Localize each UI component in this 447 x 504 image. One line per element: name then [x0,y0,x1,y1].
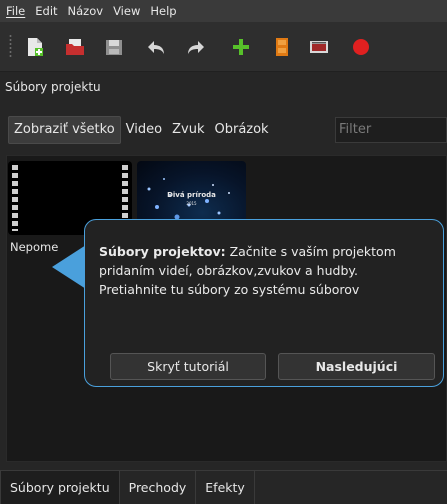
fullscreen-icon[interactable] [306,34,332,60]
tutorial-popup: Súbory projektov: Začnite s vaším projek… [84,219,444,387]
menu-edit[interactable]: Edit [30,0,62,22]
dock-tabs: Súbory projektu Prechody Efekty [0,470,447,504]
thumbnail-subtitle-text: 2015 [186,201,197,206]
film-strip-left [12,165,18,231]
main-toolbar [0,22,447,72]
menu-file[interactable]: File [0,0,30,22]
undo-icon[interactable] [143,34,169,60]
tutorial-heading: Súbory projektov: [99,244,226,259]
menu-help[interactable]: Help [145,0,181,22]
thumbnail-title-text: Divá príroda [167,191,216,199]
hide-tutorial-button[interactable]: Skryť tutoriál [110,353,266,380]
tab-effects[interactable]: Efekty [196,471,255,504]
filter-audio-button[interactable]: Zvuk [167,116,209,144]
export-icon[interactable] [348,34,374,60]
dock-title: Súbory projektu [5,80,101,94]
open-project-icon[interactable] [62,34,88,60]
filter-show-all-button[interactable]: Zobraziť všetko [8,116,121,144]
new-project-icon[interactable] [22,34,48,60]
next-tutorial-button[interactable]: Nasledujúci [278,353,435,380]
tab-transitions[interactable]: Prechody [120,471,197,504]
filter-image-button[interactable]: Obrázok [209,116,273,144]
menu-title[interactable]: Názov [63,0,109,22]
menu-bar: File Edit Názov View Help [0,0,447,22]
add-file-icon[interactable] [228,34,254,60]
tab-project-files[interactable]: Súbory projektu [0,471,120,504]
tutorial-text: Súbory projektov: Začnite s vaším projek… [99,242,429,299]
filter-bar: Zobraziť všetko Video Zvuk Obrázok [8,116,274,144]
filter-input[interactable]: Filter [335,117,447,143]
tutorial-pointer [52,245,86,289]
toolbar-grip[interactable] [9,34,12,58]
redo-icon[interactable] [183,34,209,60]
add-track-icon[interactable] [269,34,295,60]
filter-video-button[interactable]: Video [121,116,167,144]
menu-view[interactable]: View [108,0,145,22]
app-window: File Edit Názov View Help Súbory projekt… [0,0,447,504]
save-project-icon[interactable] [101,34,127,60]
